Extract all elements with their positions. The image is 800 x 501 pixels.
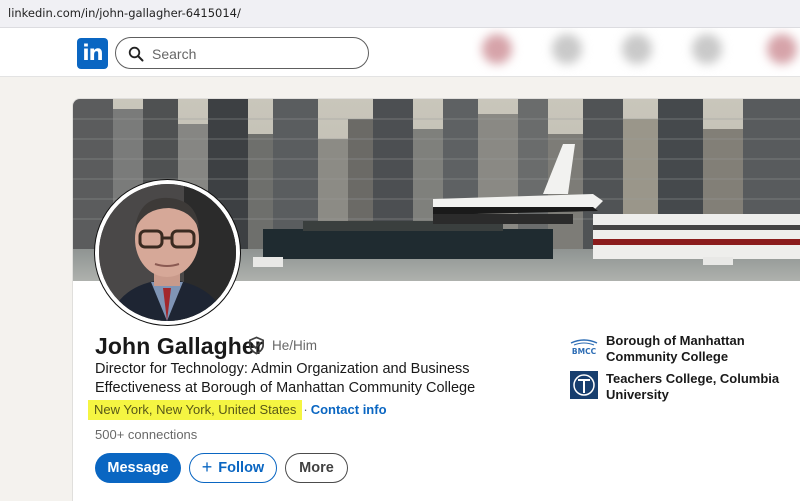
verified-shield-icon[interactable]: [247, 336, 266, 355]
location-text: New York, New York, United States: [88, 400, 303, 420]
education-name: Borough of Manhattan Community College: [606, 333, 745, 364]
message-button[interactable]: Message: [95, 453, 181, 483]
nav-icons-blurred: [472, 28, 800, 76]
browser-address-bar[interactable]: linkedin.com/in/john-gallagher-6415014/: [0, 0, 800, 28]
linkedin-logo-icon[interactable]: in: [77, 38, 108, 69]
top-navigation: in: [0, 28, 800, 77]
bmcc-logo-icon: BMCC: [570, 339, 598, 356]
location-row: New York, New York, United States · Contac…: [88, 400, 387, 422]
pronouns: He/Him: [272, 338, 318, 353]
search-box[interactable]: [115, 37, 369, 69]
contact-info-link[interactable]: Contact info: [311, 402, 387, 417]
follow-label: Follow: [218, 460, 265, 476]
education-name: Teachers College, Columbia University: [606, 371, 780, 402]
url-text[interactable]: linkedin.com/in/john-gallagher-6415014/: [8, 6, 241, 20]
more-button[interactable]: More: [285, 453, 348, 483]
profile-photo-image: [99, 184, 236, 321]
nav-icon-blurred: [767, 34, 797, 64]
nav-icon-blurred: [622, 34, 652, 64]
nav-icon-blurred: [692, 34, 722, 64]
follow-button[interactable]: + Follow: [189, 453, 277, 483]
search-input[interactable]: [152, 44, 352, 64]
nav-icon-blurred: [552, 34, 582, 64]
search-icon: [128, 46, 144, 62]
plus-icon: +: [201, 456, 213, 477]
connections-count[interactable]: 500+ connections: [95, 427, 197, 442]
separator-dot: ·: [303, 402, 308, 417]
profile-headline: Director for Technology: Admin Organizat…: [95, 361, 476, 396]
teachers-college-logo-icon: [570, 371, 598, 399]
profile-name: John Gallagher: [95, 333, 264, 359]
bmcc-logo-text: BMCC: [572, 347, 597, 356]
profile-photo[interactable]: [95, 180, 240, 325]
nav-icon-blurred: [482, 34, 512, 64]
